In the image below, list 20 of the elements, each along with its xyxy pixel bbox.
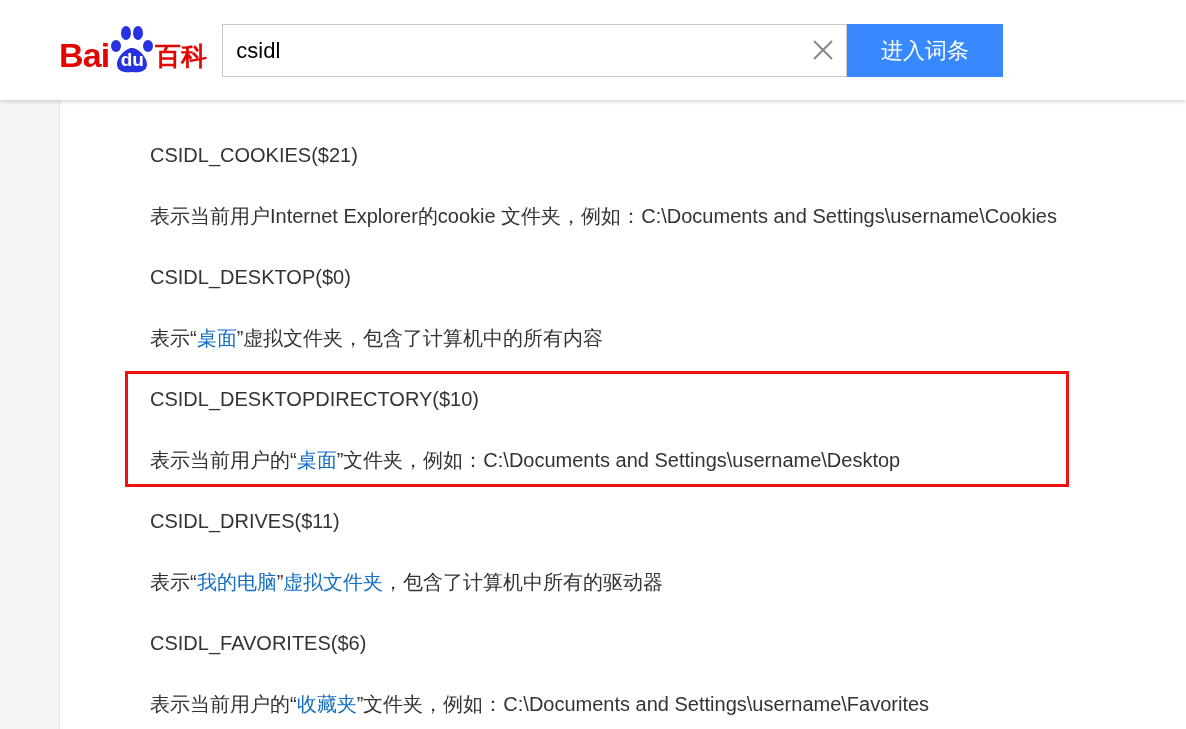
description-text: 表示当前用户的“收藏夹”文件夹，例如：C:\Documents and Settings\username\Favorites [150, 691, 930, 717]
term-heading: CSIDL_COOKIES($21) [150, 142, 358, 169]
term-link[interactable]: 虚拟文件夹 [283, 570, 384, 593]
description-text: 表示当前用户Internet Explorer的cookie 文件夹，例如：C:\Documents and Settings\username\Cookies [150, 203, 1057, 229]
enter-entry-button[interactable]: 进入词条 [847, 23, 1004, 77]
search-field[interactable]: csidl [222, 23, 848, 77]
term-link[interactable]: 桌面 [196, 326, 237, 349]
description-text: 表示当前用户的“桌面”文件夹，例如：C:\Documents and Settings\username\Desktop [150, 447, 901, 473]
term-link[interactable]: 桌面 [296, 448, 337, 471]
term-heading: CSIDL_DRIVES($11) [150, 508, 340, 535]
term-heading: CSIDL_DESKTOPDIRECTORY($10) [150, 386, 479, 413]
paw-icon [109, 24, 156, 74]
term-heading: CSIDL_FAVORITES($6) [150, 630, 367, 657]
term-heading: CSIDL_DESKTOP($0) [150, 264, 351, 291]
logo[interactable]: Bai du 百科 [59, 26, 208, 74]
term-link[interactable]: 我的电脑 [196, 570, 277, 593]
term-link[interactable]: 收藏夹 [296, 692, 357, 715]
close-icon[interactable] [812, 39, 835, 61]
description-text: 表示“桌面”虚拟文件夹，包含了计算机中的所有内容 [150, 325, 604, 351]
description-text: 表示“我的电脑”虚拟文件夹，包含了计算机中所有的驱动器 [150, 569, 664, 595]
